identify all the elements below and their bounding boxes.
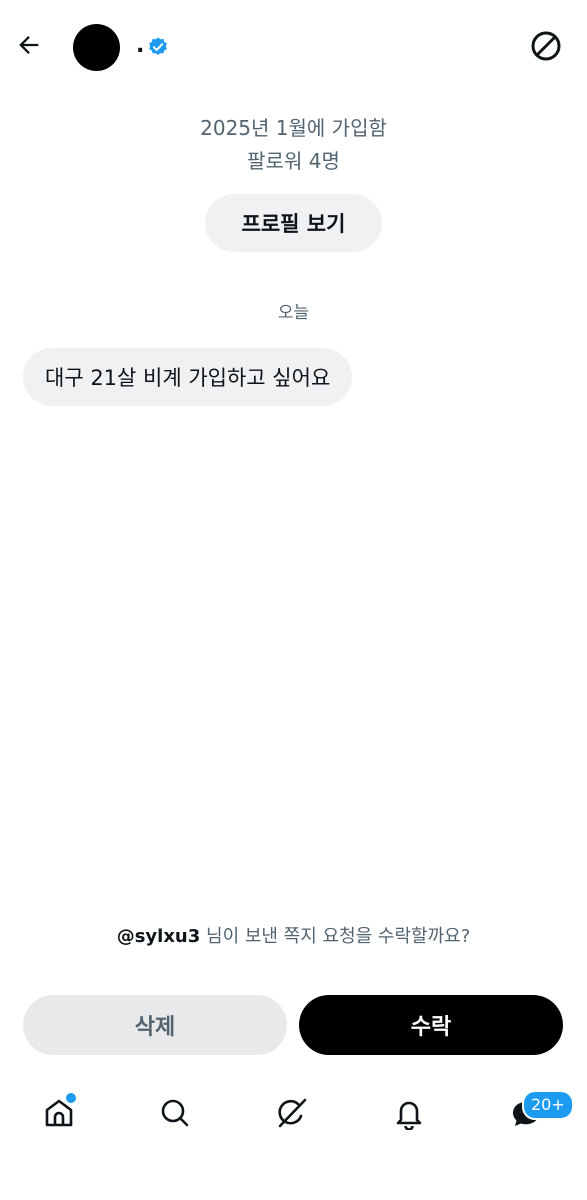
display-name[interactable]: . — [136, 32, 144, 60]
home-notification-dot — [64, 1091, 78, 1105]
nav-notifications[interactable] — [384, 1090, 434, 1140]
block-icon — [529, 29, 563, 67]
accept-button[interactable]: 수락 — [299, 995, 563, 1055]
nav-grok[interactable] — [267, 1090, 317, 1140]
nav-home[interactable] — [34, 1090, 84, 1140]
back-button[interactable] — [8, 26, 50, 68]
message-request-prompt: @sylxu3 님이 보낸 쪽지 요청을 수락할까요? — [0, 922, 587, 948]
avatar[interactable] — [73, 24, 120, 71]
arrow-left-icon — [15, 31, 43, 63]
sender-handle[interactable]: @sylxu3 — [117, 926, 201, 947]
day-separator: 오늘 — [277, 303, 310, 323]
grok-icon — [274, 1095, 310, 1135]
request-question: 님이 보낸 쪽지 요청을 수락할까요? — [200, 926, 471, 947]
bell-icon — [392, 1096, 426, 1134]
nav-search[interactable] — [150, 1090, 200, 1140]
delete-button[interactable]: 삭제 — [23, 995, 287, 1055]
follower-count: 팔로워 4명 — [247, 149, 340, 173]
message-bubble[interactable]: 대구 21살 비계 가입하고 싶어요 — [23, 348, 353, 406]
block-button[interactable] — [524, 26, 568, 70]
joined-date: 2025년 1월에 가입함 — [200, 116, 387, 140]
verified-badge-icon — [147, 36, 169, 58]
view-profile-button[interactable]: 프로필 보기 — [205, 194, 382, 252]
messages-badge: 20+ — [522, 1090, 574, 1120]
search-icon — [158, 1096, 192, 1134]
